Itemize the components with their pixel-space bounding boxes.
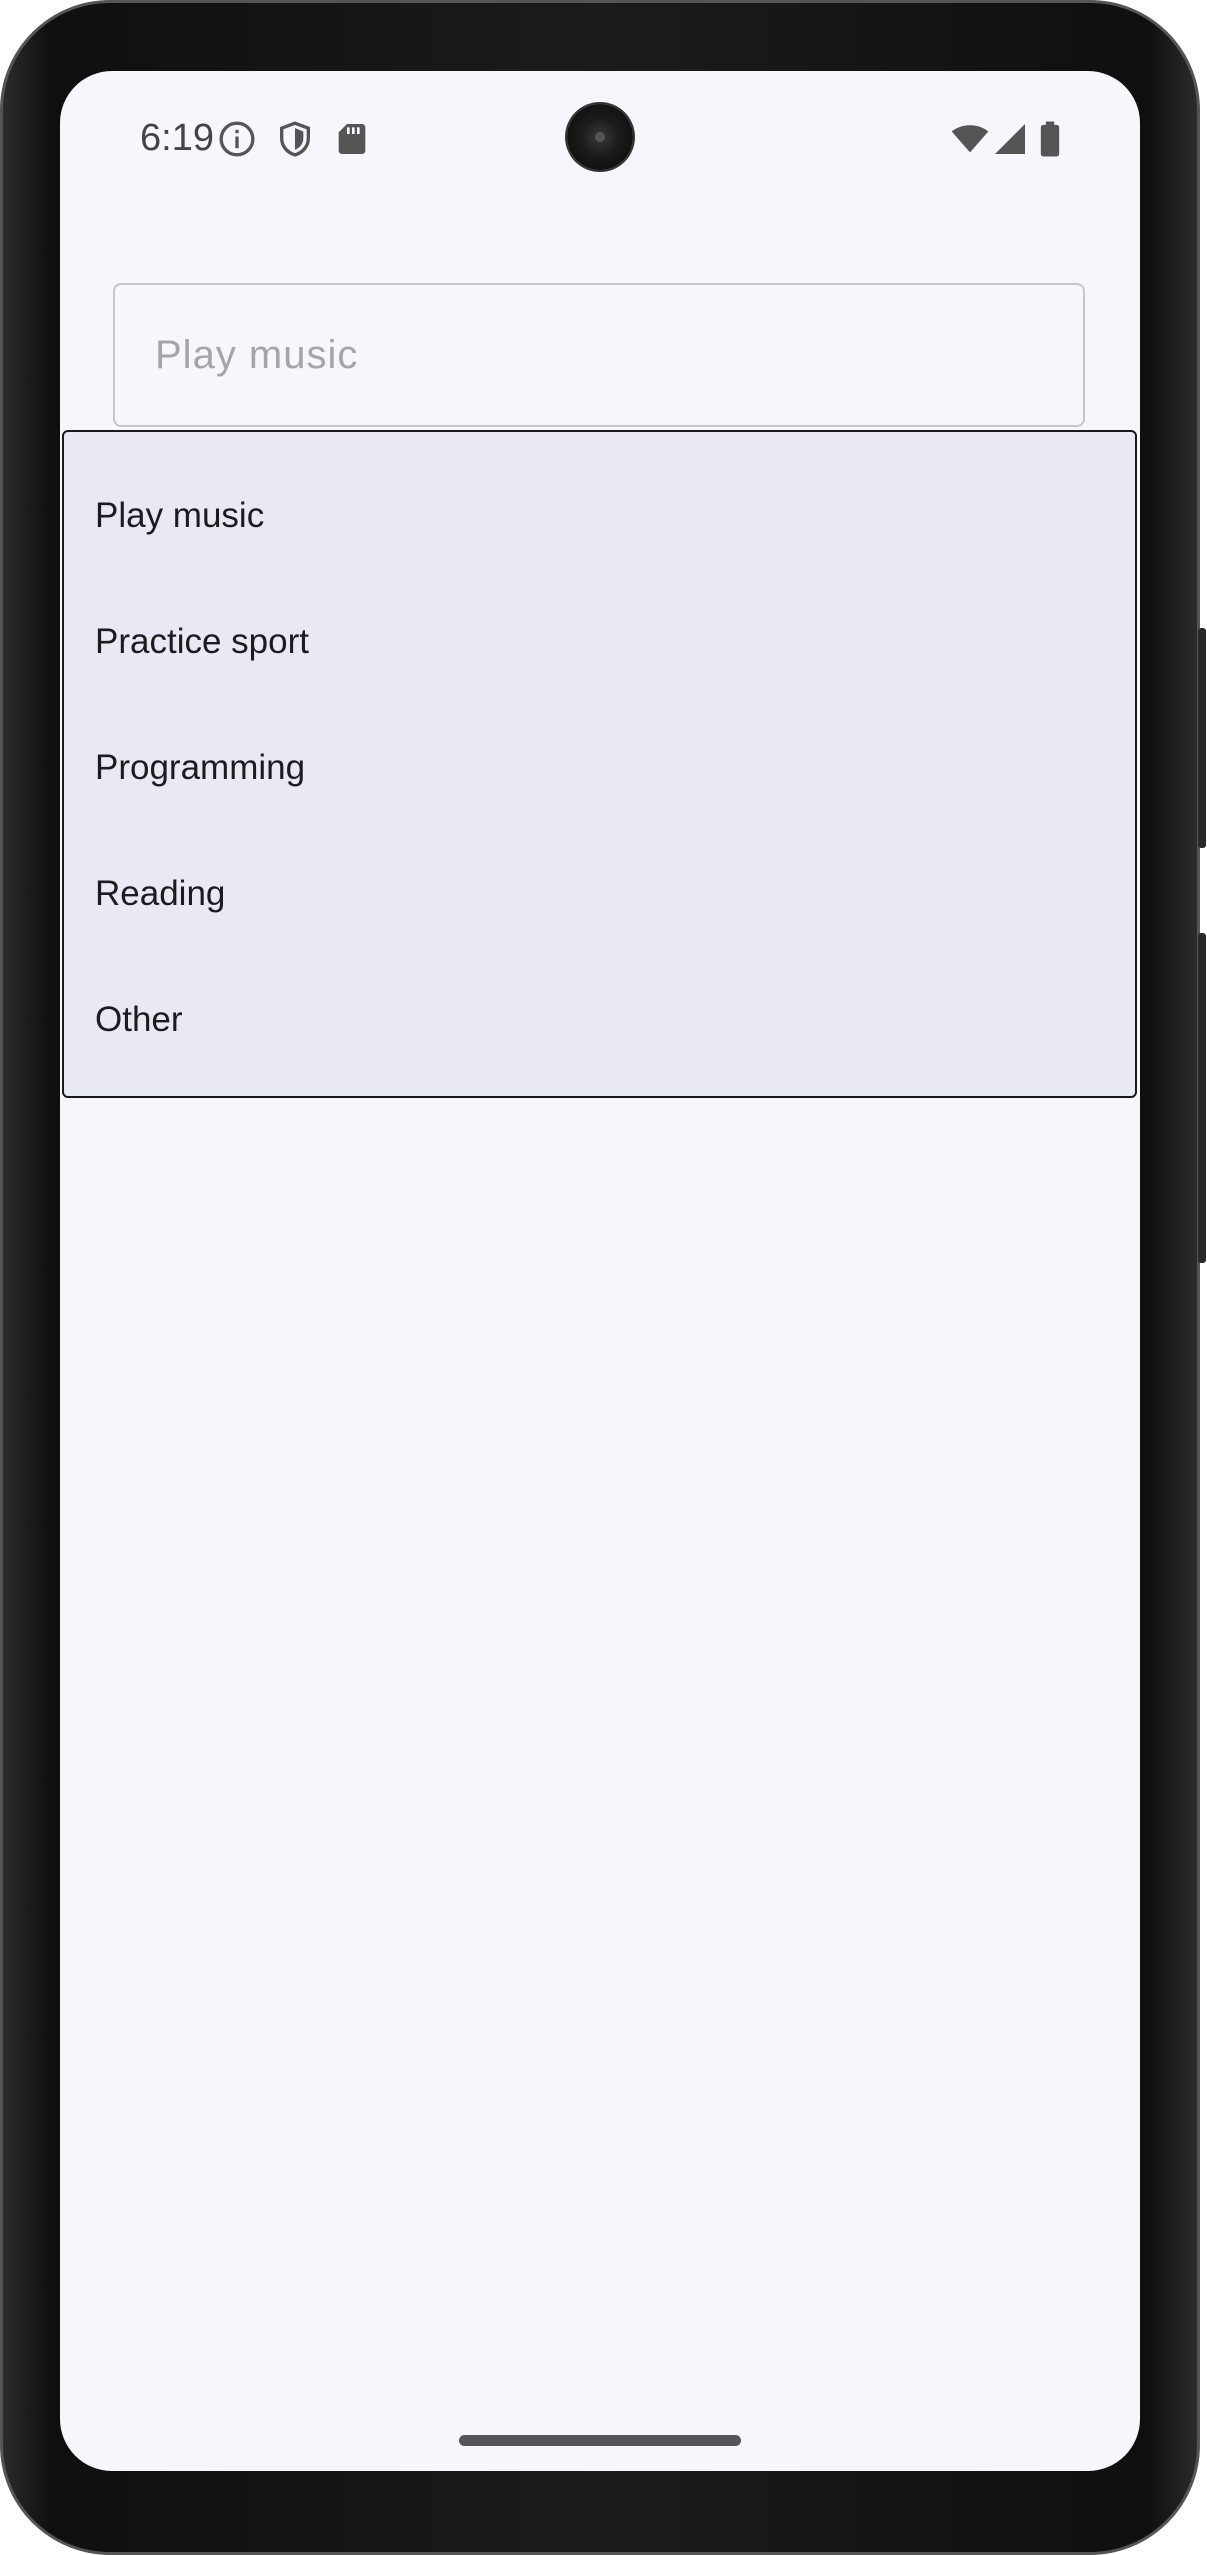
dropdown-item-reading[interactable]: Reading: [64, 832, 1135, 958]
status-bar: 6:19: [60, 71, 1140, 201]
cellular-signal-icon: [995, 124, 1025, 154]
volume-button: [1198, 933, 1206, 1263]
dropdown-item-label: Other: [95, 1000, 183, 1039]
shield-icon: [280, 121, 310, 157]
phone-frame: 6:19 Play music Play music Practice spor…: [0, 0, 1206, 2555]
dropdown-item-practice-sport[interactable]: Practice sport: [64, 580, 1135, 706]
status-time: 6:19: [140, 117, 214, 159]
dropdown-item-label: Practice sport: [95, 622, 309, 661]
dropdown-item-label: Programming: [95, 748, 306, 787]
info-icon: [219, 121, 255, 157]
activity-dropdown-menu: Play music Practice sport Programming Re…: [62, 430, 1137, 1098]
dropdown-item-programming[interactable]: Programming: [64, 706, 1135, 832]
front-camera: [567, 104, 633, 170]
home-gesture-bar[interactable]: [459, 2435, 741, 2446]
activity-select-value: Play music: [155, 333, 359, 377]
dropdown-item-label: Play music: [95, 496, 265, 535]
sd-card-icon: [338, 124, 366, 154]
battery-icon: [1040, 121, 1060, 157]
power-button: [1198, 628, 1206, 848]
dropdown-item-other[interactable]: Other: [64, 958, 1135, 1084]
dropdown-item-label: Reading: [95, 874, 226, 913]
dropdown-item-play-music[interactable]: Play music: [64, 454, 1135, 580]
screen: 6:19 Play music Play music Practice spor…: [60, 71, 1140, 2471]
activity-select-field[interactable]: Play music: [113, 283, 1085, 427]
wifi-icon: [951, 125, 989, 153]
